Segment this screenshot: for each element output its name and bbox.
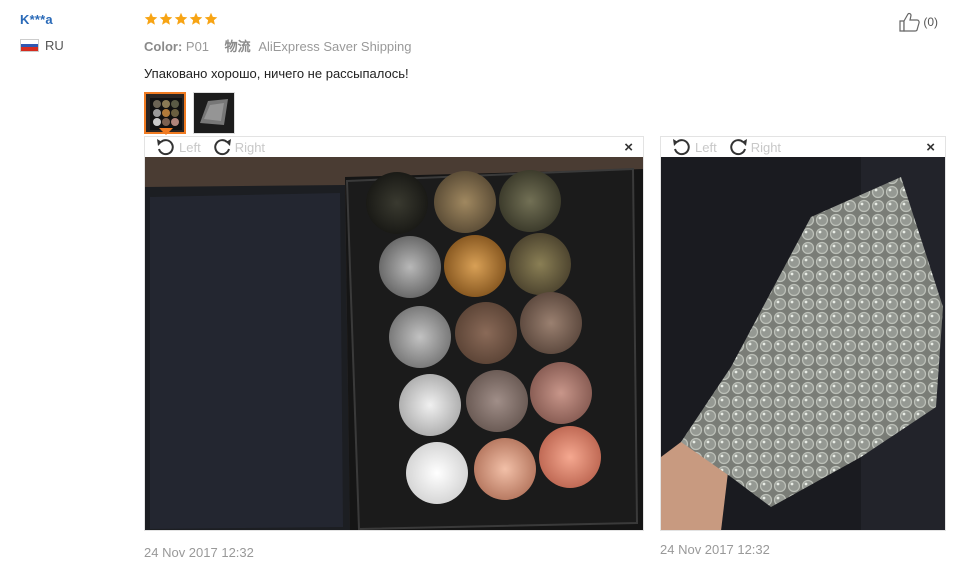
thumbnail-package[interactable]: [193, 92, 235, 134]
country-code: RU: [45, 38, 64, 53]
photo-viewer-1: Left Right ×: [144, 136, 644, 531]
close-viewer-button[interactable]: ×: [926, 140, 935, 155]
viewer-2-date: 24 Nov 2017 12:32: [660, 542, 770, 557]
close-viewer-button[interactable]: ×: [624, 140, 633, 155]
viewer-1-date: 24 Nov 2017 12:32: [144, 545, 254, 560]
reviewer-info: K***a RU: [20, 12, 64, 53]
review-photo-palette: [145, 157, 643, 530]
star-icon: [159, 12, 173, 25]
color-value: P01: [185, 39, 210, 54]
rotate-right-icon: [213, 139, 231, 156]
star-icon: [204, 12, 218, 25]
reviewer-name[interactable]: K***a: [20, 12, 64, 27]
flag-ru-icon: [20, 39, 39, 52]
photo-viewer-2: Left Right ×: [660, 136, 946, 531]
review-meta: Color: P01 物流 AliExpress Saver Shipping: [144, 36, 954, 55]
reviewer-country: RU: [20, 38, 64, 53]
rotate-left-icon: [673, 139, 690, 156]
star-icon: [144, 12, 158, 25]
rotate-left-button[interactable]: Left: [671, 137, 717, 157]
star-rating: [144, 10, 954, 28]
shipping-value: AliExpress Saver Shipping: [258, 39, 412, 54]
star-icon: [189, 12, 203, 25]
active-thumb-indicator: [159, 128, 173, 135]
star-icon: [174, 12, 188, 25]
review-comment: Упаковано хорошо, ничего не рассыпалось!: [144, 66, 409, 81]
viewer-toolbar: Left Right ×: [145, 137, 643, 157]
review-photo-package: [661, 157, 945, 530]
rotate-right-icon: [729, 139, 747, 156]
shipping-label: 物流: [224, 39, 251, 54]
rotate-left-button[interactable]: Left: [155, 137, 201, 157]
viewer-toolbar: Left Right ×: [661, 137, 945, 157]
review-content: Color: P01 物流 AliExpress Saver Shipping …: [144, 10, 954, 134]
photo-thumbnails: [144, 92, 954, 134]
rotate-right-button[interactable]: Right: [727, 137, 781, 157]
color-label: Color:: [144, 39, 183, 54]
rotate-right-button[interactable]: Right: [211, 137, 265, 157]
rotate-left-icon: [157, 139, 174, 156]
